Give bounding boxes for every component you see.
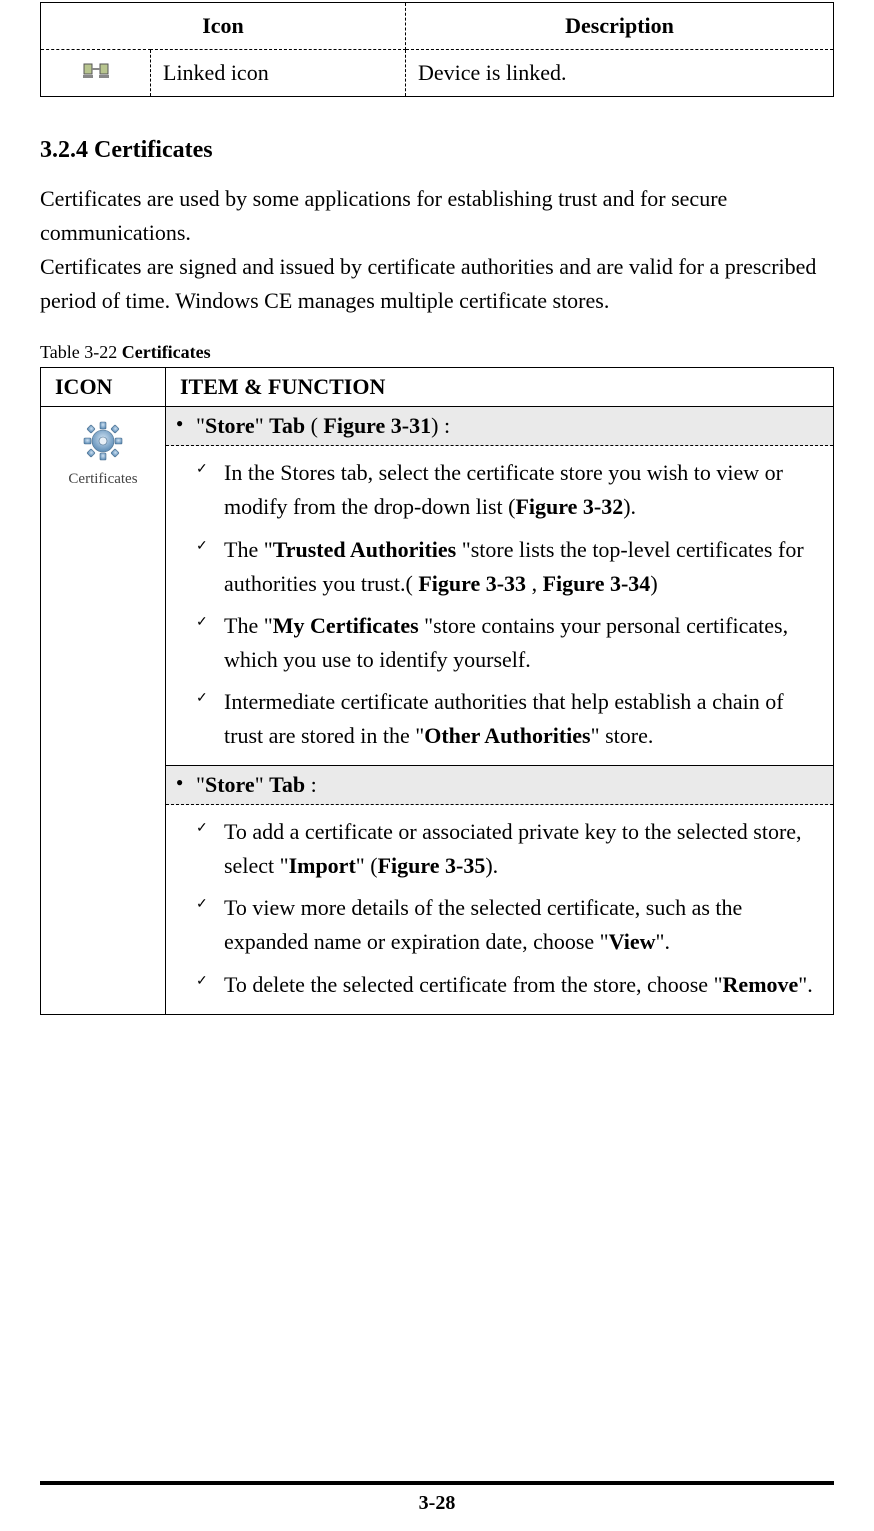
- bold-text: Other Authorities: [424, 723, 590, 748]
- table1-name: Linked icon: [151, 50, 406, 97]
- check-list: In the Stores tab, select the certificat…: [166, 446, 833, 765]
- bold-text: Import: [289, 853, 356, 878]
- bold-text: Store: [205, 413, 255, 438]
- list-item: The "My Certificates "store contains you…: [196, 605, 825, 681]
- caption-prefix: Table 3-22: [40, 342, 122, 362]
- table-row: Linked icon Device is linked.: [41, 50, 834, 97]
- bold-text: View: [609, 929, 656, 954]
- tab-header-row: "Store" Tab :: [166, 766, 833, 805]
- list-item: Intermediate certificate authorities tha…: [196, 681, 825, 757]
- table1-header-description: Description: [406, 3, 834, 50]
- list-item: To view more details of the selected cer…: [196, 887, 825, 963]
- icon-description-table: Icon Description Linked icon Device is l…: [40, 2, 834, 97]
- tab-header-row: "Store" Tab ( Figure 3-31) :: [166, 407, 833, 446]
- tab-section: "Store" Tab ( Figure 3-31) : In the Stor…: [166, 407, 833, 765]
- section-heading: 3.2.4 Certificates: [40, 137, 834, 164]
- bold-text: Trusted Authorities: [273, 537, 462, 562]
- table1-description: Device is linked.: [406, 50, 834, 97]
- table2-header-function: ITEM & FUNCTION: [166, 368, 834, 407]
- linked-icon-cell: [41, 50, 151, 97]
- check-list: To add a certificate or associated priva…: [166, 805, 833, 1013]
- tab-section: "Store" Tab : To add a certificate or as…: [166, 765, 833, 1013]
- figure-ref: Figure 3-32: [515, 494, 623, 519]
- certificates-table: ICON ITEM & FUNCTION: [40, 367, 834, 1014]
- gear-icon: [81, 419, 125, 463]
- body-paragraph-1: Certificates are used by some applicatio…: [40, 182, 834, 250]
- function-cell: "Store" Tab ( Figure 3-31) : In the Stor…: [166, 407, 834, 1014]
- table-row: ICON ITEM & FUNCTION: [41, 368, 834, 407]
- table2-header-icon: ICON: [41, 368, 166, 407]
- footer-rule: [40, 1481, 834, 1485]
- linked-icon: [83, 62, 109, 80]
- figure-ref: Figure 3-31: [323, 413, 431, 438]
- bold-text: Remove: [723, 972, 799, 997]
- body-paragraph-2: Certificates are signed and issued by ce…: [40, 250, 834, 318]
- list-item: The "Trusted Authorities "store lists th…: [196, 529, 825, 605]
- bold-text: Store: [205, 772, 255, 797]
- list-item: In the Stores tab, select the certificat…: [196, 452, 825, 528]
- table1-header-icon: Icon: [41, 3, 406, 50]
- certificates-icon-label: Certificates: [41, 471, 165, 488]
- bold-text: My Certificates: [273, 613, 424, 638]
- list-item: To delete the selected certificate from …: [196, 964, 825, 1006]
- bold-text: Tab: [269, 413, 305, 438]
- figure-ref: Figure 3-34: [543, 571, 651, 596]
- page-number: 3-28: [0, 1492, 874, 1515]
- list-item: To add a certificate or associated priva…: [196, 811, 825, 887]
- table-row: Certificates "Store" Tab ( Figure 3-31) …: [41, 407, 834, 1014]
- figure-ref: Figure 3-35: [378, 853, 486, 878]
- certificates-icon-cell: Certificates: [41, 407, 166, 1014]
- caption-title: Certificates: [122, 342, 211, 362]
- table-caption: Table 3-22 Certificates: [40, 342, 834, 363]
- figure-ref: Figure 3-33: [418, 571, 526, 596]
- bold-text: Tab: [269, 772, 305, 797]
